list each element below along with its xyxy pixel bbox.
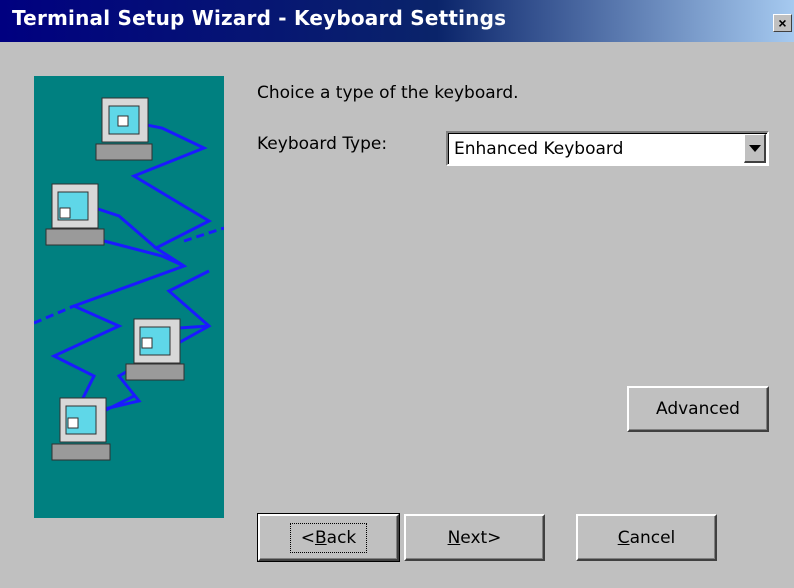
cancel-button[interactable]: Cancel: [576, 514, 717, 561]
keyboard-type-value: Enhanced Keyboard: [454, 139, 624, 159]
advanced-button-label: Advanced: [656, 399, 740, 419]
cancel-button-label: Cancel: [618, 528, 676, 548]
wizard-window: Terminal Setup Wizard - Keyboard Setting…: [0, 0, 794, 588]
computer-icon: [95, 97, 153, 161]
back-accelerator: B: [314, 527, 327, 548]
keyboard-type-select[interactable]: Enhanced Keyboard: [446, 131, 769, 166]
chevron-down-icon: [748, 144, 761, 152]
instruction-text: Choice a type of the keyboard.: [257, 83, 519, 103]
back-label-rest: ack: [326, 527, 357, 548]
next-button[interactable]: Next>: [404, 514, 545, 561]
close-button[interactable]: ×: [773, 14, 792, 32]
keyboard-type-dropdown-button[interactable]: [744, 134, 766, 163]
back-button[interactable]: <Back: [257, 513, 400, 562]
cancel-accelerator: C: [617, 527, 630, 548]
computer-icon: [51, 397, 111, 461]
close-icon: ×: [778, 15, 787, 31]
back-prefix: <: [300, 527, 315, 548]
title-bar[interactable]: Terminal Setup Wizard - Keyboard Setting…: [0, 0, 794, 42]
back-button-label: <Back: [289, 522, 368, 553]
next-button-label: Next>: [448, 528, 502, 548]
networked-computers-illustration: [34, 97, 224, 461]
next-label-rest: ext>: [460, 527, 502, 548]
computer-icon: [125, 318, 185, 381]
network-illustration: [34, 76, 224, 518]
advanced-button[interactable]: Advanced: [627, 386, 769, 432]
keyboard-type-label: Keyboard Type:: [257, 134, 388, 154]
cancel-label-rest: ancel: [629, 527, 676, 548]
next-accelerator: N: [447, 527, 461, 548]
computer-icon: [45, 183, 105, 246]
window-title: Terminal Setup Wizard - Keyboard Setting…: [12, 6, 507, 30]
